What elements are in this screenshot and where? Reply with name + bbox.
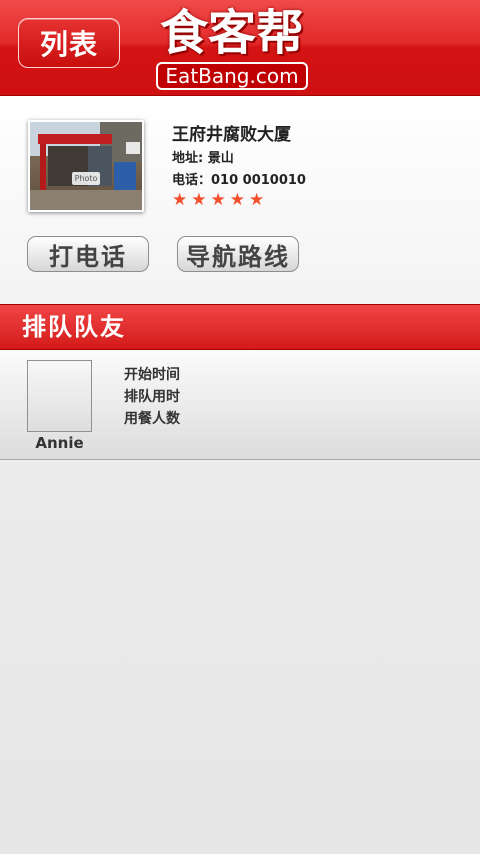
storefront-illustration [30,122,142,210]
app-header: 列表 食客帮 EatBang.com [0,0,480,96]
restaurant-name: 王府井腐败大厦 [172,125,291,145]
restaurant-address: 地址: 景山 [172,151,234,166]
logo-domain-text: EatBang.com [156,62,308,90]
star-icon: ★ [191,190,207,210]
restaurant-phone: 电话：010 0010010 [172,173,306,188]
avatar [27,360,92,432]
eatbang-logo: 食客帮 EatBang.com [148,4,316,92]
restaurant-photo[interactable]: Photo [28,120,144,212]
star-icon: ★ [172,190,188,210]
star-icon: ★ [229,190,245,210]
rating-stars: ★ ★ ★ ★ ★ [172,192,264,209]
list-item[interactable]: Annie 开始时间 排队用时 用餐人数 [0,350,480,460]
logo-chinese-text: 食客帮 [159,5,304,61]
star-icon: ★ [249,190,265,210]
list-button[interactable]: 列表 [18,18,120,68]
navigate-button[interactable]: 导航路线 [177,236,299,272]
call-button[interactable]: 打电话 [27,236,149,272]
party-size-label: 用餐人数 [124,411,180,427]
start-time-label: 开始时间 [124,367,180,383]
member-name: Annie [35,434,84,452]
star-icon: ★ [210,190,226,210]
section-title: 排队队友 [0,304,480,350]
photo-tag: Photo [72,172,100,185]
queue-duration-label: 排队用时 [124,389,180,405]
